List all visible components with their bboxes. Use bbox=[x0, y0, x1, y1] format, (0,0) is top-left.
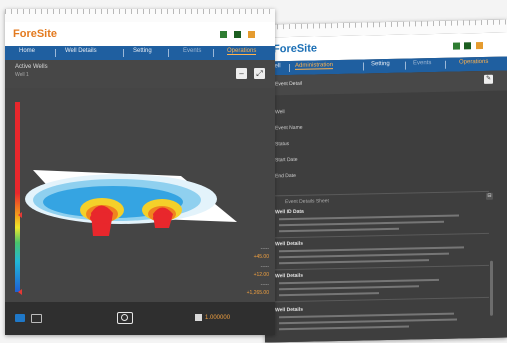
field-end-date: End Date bbox=[275, 172, 296, 180]
section-title: Well Details bbox=[275, 306, 303, 314]
text-line bbox=[279, 214, 459, 221]
nav-divider bbox=[123, 49, 124, 57]
status-strip bbox=[5, 9, 275, 22]
view-subtitle: Well 1 bbox=[15, 72, 29, 78]
text-line bbox=[279, 318, 457, 325]
front-tablet: ForeSite Home Well Details Setting Event… bbox=[5, 9, 275, 335]
tab-home[interactable]: Home bbox=[19, 48, 35, 54]
text-line bbox=[279, 312, 454, 319]
nav-divider bbox=[405, 61, 406, 70]
tab-events[interactable]: Events bbox=[413, 60, 431, 66]
readout-label: ----- bbox=[260, 246, 269, 252]
section-heading: Event Details Sheet bbox=[285, 198, 329, 206]
foresite-logo: ForeSite bbox=[13, 28, 57, 40]
layers-icon[interactable] bbox=[31, 314, 42, 323]
status-icon-green-1[interactable] bbox=[220, 31, 227, 38]
app-header: ForeSite bbox=[5, 22, 275, 46]
nav-divider bbox=[213, 49, 214, 57]
back-tablet: ForeSite Well Administration Setting Eve… bbox=[265, 19, 507, 343]
readout-label: ----- bbox=[260, 282, 269, 288]
field-event-name: Event Name bbox=[275, 124, 303, 132]
status-icon-green-2[interactable] bbox=[234, 31, 241, 38]
tab-setting[interactable]: Setting bbox=[371, 61, 390, 67]
calendar-icon[interactable] bbox=[195, 314, 202, 321]
section-title: Well Details bbox=[275, 240, 303, 248]
text-line bbox=[279, 278, 439, 285]
menu-icon[interactable] bbox=[476, 41, 483, 50]
logo-text: ForeSite bbox=[273, 42, 318, 56]
foresite-logo: ForeSite bbox=[273, 42, 317, 55]
menu-icon[interactable] bbox=[248, 31, 255, 38]
readout-value: +12.00 bbox=[253, 272, 269, 278]
section-title: Well Details bbox=[275, 272, 303, 280]
divider bbox=[273, 232, 489, 239]
nav-divider bbox=[55, 49, 56, 57]
tab-administration[interactable]: Administration bbox=[295, 62, 334, 70]
field-well: Well bbox=[275, 109, 285, 116]
panel-title: Event Detail bbox=[275, 80, 302, 88]
scrollbar[interactable] bbox=[490, 260, 493, 316]
readout-value: +45.00 bbox=[253, 254, 269, 260]
edit-icon[interactable]: ✎ bbox=[484, 74, 493, 84]
expand-icon[interactable]: ⊟ bbox=[486, 192, 493, 200]
footer-value: 1.000000 bbox=[205, 315, 231, 321]
status-icon-green-2[interactable] bbox=[464, 42, 471, 50]
readout-label: ----- bbox=[260, 264, 269, 270]
tab-setting[interactable]: Setting bbox=[133, 48, 152, 54]
3d-plot-area[interactable]: ----- +45.00 ----- +12.00 ----- +1,265.0… bbox=[5, 88, 275, 302]
camera-icon[interactable] bbox=[117, 312, 133, 324]
text-line bbox=[279, 325, 409, 331]
tab-operations[interactable]: Operations bbox=[459, 59, 488, 66]
field-status: Status bbox=[275, 141, 290, 148]
status-icon-green-1[interactable] bbox=[453, 42, 460, 50]
text-line bbox=[279, 246, 464, 253]
text-line bbox=[279, 252, 449, 259]
divider bbox=[273, 190, 489, 197]
text-line bbox=[279, 227, 399, 233]
expand-button[interactable]: ⤢ bbox=[254, 68, 265, 79]
view-mode-icon[interactable] bbox=[15, 314, 25, 322]
panel-header: Event Detail ✎ bbox=[265, 70, 507, 96]
event-detail-panel: Event Detail ✎ Well Event Name Status St… bbox=[265, 70, 507, 343]
nav-divider bbox=[168, 49, 169, 57]
divider bbox=[273, 264, 489, 271]
readout-value: +1,265.00 bbox=[246, 290, 269, 296]
minimize-button[interactable]: – bbox=[236, 68, 247, 79]
main-nav: Home Well Details Setting Events Operati… bbox=[5, 46, 275, 60]
text-line bbox=[279, 285, 419, 291]
tab-operations[interactable]: Operations bbox=[227, 48, 257, 55]
text-line bbox=[279, 292, 379, 297]
nav-divider bbox=[445, 60, 446, 69]
logo-text: ForeSite bbox=[13, 28, 58, 40]
view-toolbar: Active Wells Well 1 – ⤢ bbox=[5, 60, 275, 88]
section-title: Well ID Data bbox=[275, 208, 304, 216]
text-line bbox=[279, 259, 429, 265]
field-start-date: Start Date bbox=[275, 156, 298, 164]
surface-plot bbox=[25, 170, 237, 236]
tab-well-details[interactable]: Well Details bbox=[65, 48, 97, 54]
nav-divider bbox=[363, 62, 364, 71]
nav-divider bbox=[289, 64, 290, 73]
bottom-toolbar: 1.000000 bbox=[5, 302, 275, 335]
view-title: Active Wells bbox=[15, 64, 48, 70]
tab-events[interactable]: Events bbox=[183, 48, 201, 54]
divider bbox=[273, 296, 489, 303]
text-line bbox=[279, 220, 444, 227]
